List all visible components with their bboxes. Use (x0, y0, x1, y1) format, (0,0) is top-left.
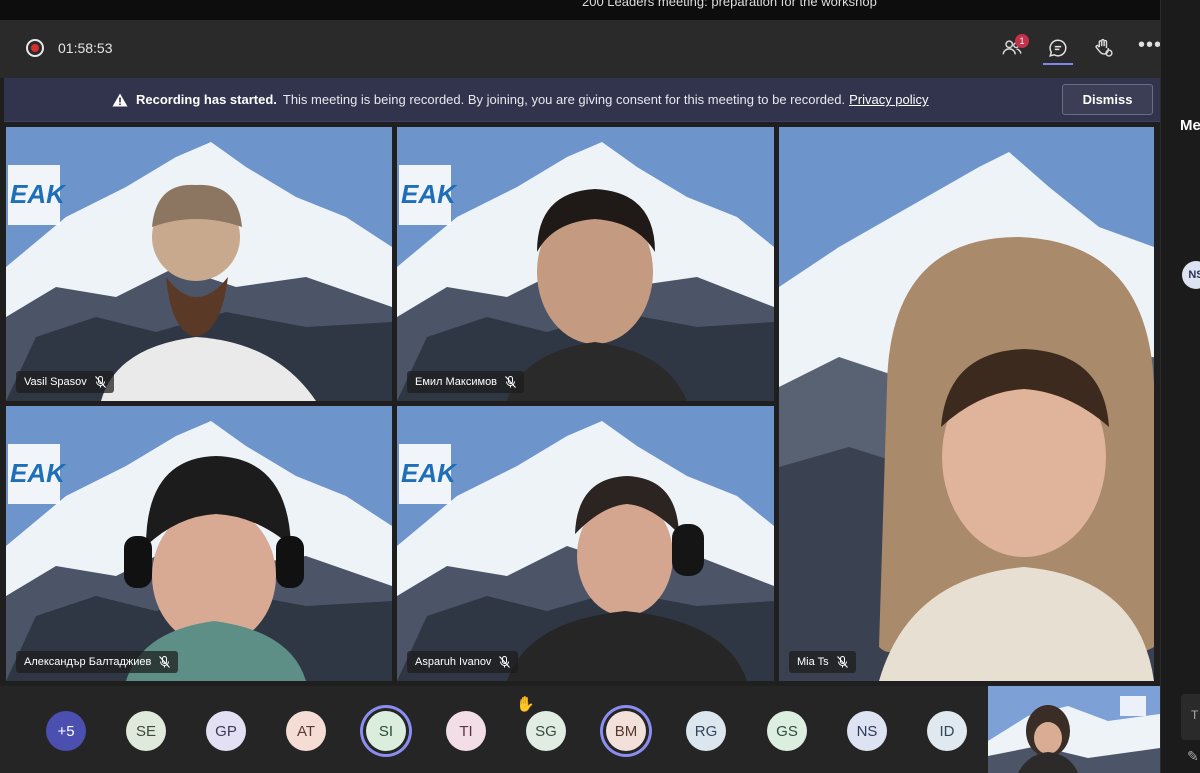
banner-body-text: This meeting is being recorded. By joini… (282, 92, 846, 107)
mic-off-icon (505, 376, 516, 388)
participant-avatar[interactable]: GS (767, 711, 807, 751)
participant-avatar[interactable]: SG (526, 711, 566, 751)
peak-logo: EAK (401, 179, 456, 209)
avatar-initials: +5 (57, 722, 75, 740)
video-tile[interactable]: EAK Александър Балтаджиев (6, 406, 392, 681)
video-tile[interactable]: Mia Ts (779, 127, 1154, 681)
side-panel-avatar[interactable]: NS (1182, 261, 1200, 289)
avatar-initials: GS (776, 722, 798, 740)
avatar-initials: ID (939, 722, 955, 740)
participant-avatar[interactable]: RG (686, 711, 726, 751)
participant-name: Mia Ts (797, 656, 829, 668)
participant-name-tag: Mia Ts (789, 651, 856, 673)
peak-logo: EAK (10, 179, 65, 209)
chat-active-indicator (1043, 63, 1073, 65)
side-panel-title: Me (1180, 117, 1200, 134)
participant-avatar[interactable]: NS (847, 711, 887, 751)
video-tile[interactable]: EAK Vasil Spasov (6, 127, 392, 401)
participants-badge: 1 (1015, 34, 1029, 48)
warning-icon (112, 93, 128, 106)
mountain-background (6, 406, 392, 681)
raised-hand-icon: ✋ (516, 696, 535, 713)
participant-avatar[interactable]: SI (366, 711, 406, 751)
record-icon (26, 39, 44, 57)
mountain-background (6, 127, 392, 401)
participant-name: Vasil Spasov (24, 376, 87, 388)
participant-name: Емил Максимов (415, 376, 498, 388)
participant-name-tag: Александър Балтаджиев (16, 651, 179, 673)
window-title-bar: 200 Leaders meeting: preparation for the… (0, 0, 1160, 20)
mountain-background (397, 406, 774, 681)
participant-strip (0, 686, 1160, 773)
mountain-background (779, 127, 1154, 681)
mic-off-icon (836, 656, 848, 668)
meeting-title: 200 Leaders meeting: preparation for the… (582, 0, 877, 9)
compose-hint: T (1191, 708, 1199, 722)
meeting-timer: 01:58:53 (58, 40, 113, 56)
format-pen-icon[interactable]: ✎ (1187, 748, 1199, 765)
avatar-initials: RG (694, 722, 718, 740)
meeting-toolbar: 01:58:53 1 ••• (0, 20, 1179, 78)
participant-name-tag: Vasil Spasov (16, 371, 114, 393)
mountain-background (397, 127, 774, 401)
banner-bold-text: Recording has started. (136, 92, 277, 107)
chat-icon[interactable] (1044, 34, 1072, 62)
participant-avatar[interactable]: TI (446, 711, 486, 751)
avatar-initials: AT (296, 722, 316, 740)
participant-name: Asparuh Ivanov (415, 656, 492, 668)
peak-logo: EAK (10, 458, 65, 488)
participant-avatar[interactable]: +5 (46, 711, 86, 751)
participant-avatar[interactable]: AT (286, 711, 326, 751)
mic-off-icon (94, 376, 106, 388)
self-view-video[interactable] (988, 686, 1160, 773)
video-tile[interactable]: EAK Емил Максимов (397, 127, 774, 401)
participant-avatar[interactable]: BM (606, 711, 646, 751)
avatar-initials: NS (1188, 269, 1200, 281)
avatar-initials: BM (614, 722, 638, 740)
avatar-initials: SI (378, 722, 394, 740)
participant-avatar[interactable]: GP (206, 711, 246, 751)
avatar-initials: SG (535, 722, 557, 740)
avatar-initials: NS (856, 722, 878, 740)
avatar-initials: SE (135, 722, 156, 740)
participant-name: Александър Балтаджиев (24, 656, 152, 668)
participant-name-tag: Asparuh Ivanov (407, 651, 519, 673)
mic-off-icon (159, 656, 171, 668)
privacy-policy-link[interactable]: Privacy policy (849, 92, 928, 107)
participant-name-tag: Емил Максимов (407, 371, 525, 393)
avatar-initials: TI (459, 722, 473, 740)
avatar-initials: GP (215, 722, 237, 740)
more-icon[interactable]: ••• (1138, 34, 1162, 57)
banner-message: Recording has started. This meeting is b… (112, 92, 929, 107)
recording-banner: Recording has started. This meeting is b… (4, 78, 1160, 122)
mic-off-icon (499, 656, 511, 668)
peak-logo: EAK (401, 458, 456, 488)
reactions-icon[interactable] (1089, 34, 1117, 62)
dismiss-button[interactable]: Dismiss (1062, 84, 1153, 115)
video-tile[interactable]: EAK Asparuh Ivanov (397, 406, 774, 681)
side-panel: Me NS T ✎ (1160, 0, 1200, 773)
chat-compose-box[interactable]: T (1181, 694, 1200, 740)
participant-avatar[interactable]: ID (927, 711, 967, 751)
self-view-scene (988, 686, 1160, 773)
participant-avatar[interactable]: SE (126, 711, 166, 751)
